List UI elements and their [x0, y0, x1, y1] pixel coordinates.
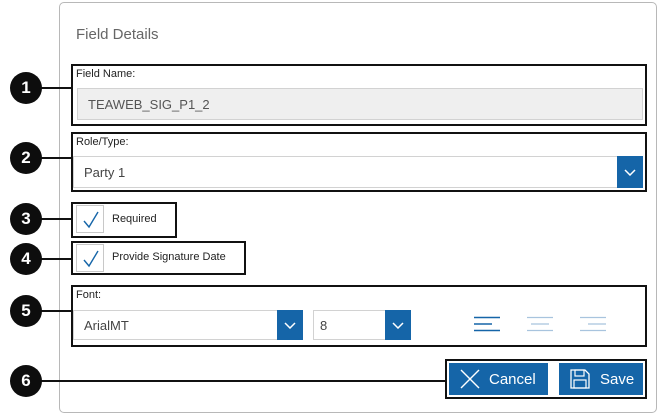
font-size-dropdown-button[interactable]: [385, 310, 411, 340]
font-family-dropdown-button[interactable]: [277, 310, 303, 340]
callout-leader-4: [40, 258, 72, 260]
font-family-value: ArialMT: [84, 317, 129, 333]
close-icon: [460, 369, 480, 389]
font-size-select[interactable]: 8: [313, 310, 411, 340]
checkmark-icon: [83, 250, 99, 268]
field-name-input[interactable]: TEAWEB_SIG_P1_2: [77, 88, 643, 120]
chevron-down-icon: [284, 321, 296, 329]
signature-date-checkbox[interactable]: [76, 244, 104, 272]
cancel-button-label: Cancel: [489, 370, 536, 388]
callout-leader-1: [40, 87, 72, 89]
callout-leader-2: [40, 157, 72, 159]
save-icon: [570, 369, 590, 389]
callout-leader-5: [40, 310, 72, 312]
font-label: Font:: [76, 289, 102, 301]
font-size-value: 8: [320, 317, 328, 333]
callout-3: 3: [10, 203, 42, 235]
font-family-select[interactable]: ArialMT: [73, 310, 303, 340]
field-name-label: Field Name:: [76, 68, 136, 80]
role-type-select[interactable]: Party 1: [73, 156, 643, 188]
callout-leader-6: [40, 380, 447, 382]
checkmark-icon: [83, 211, 99, 229]
chevron-down-icon: [624, 168, 636, 176]
align-left-icon[interactable]: [474, 316, 500, 332]
cancel-button[interactable]: Cancel: [449, 363, 548, 395]
save-button[interactable]: Save: [559, 363, 643, 395]
signature-date-label: Provide Signature Date: [112, 251, 226, 263]
align-right-icon[interactable]: [580, 316, 606, 332]
callout-6: 6: [10, 365, 42, 397]
required-checkbox[interactable]: [76, 205, 104, 233]
callout-2: 2: [10, 142, 42, 174]
role-type-label: Role/Type:: [76, 136, 129, 148]
callout-1: 1: [10, 72, 42, 104]
align-center-icon[interactable]: [527, 316, 553, 332]
required-label: Required: [112, 213, 157, 225]
callout-4: 4: [10, 243, 42, 275]
role-type-dropdown-button[interactable]: [617, 156, 643, 188]
chevron-down-icon: [392, 321, 404, 329]
save-button-label: Save: [600, 370, 635, 388]
role-type-value: Party 1: [84, 164, 126, 180]
panel-title: Field Details: [76, 26, 159, 43]
callout-leader-3: [40, 218, 72, 220]
callout-5: 5: [10, 295, 42, 327]
